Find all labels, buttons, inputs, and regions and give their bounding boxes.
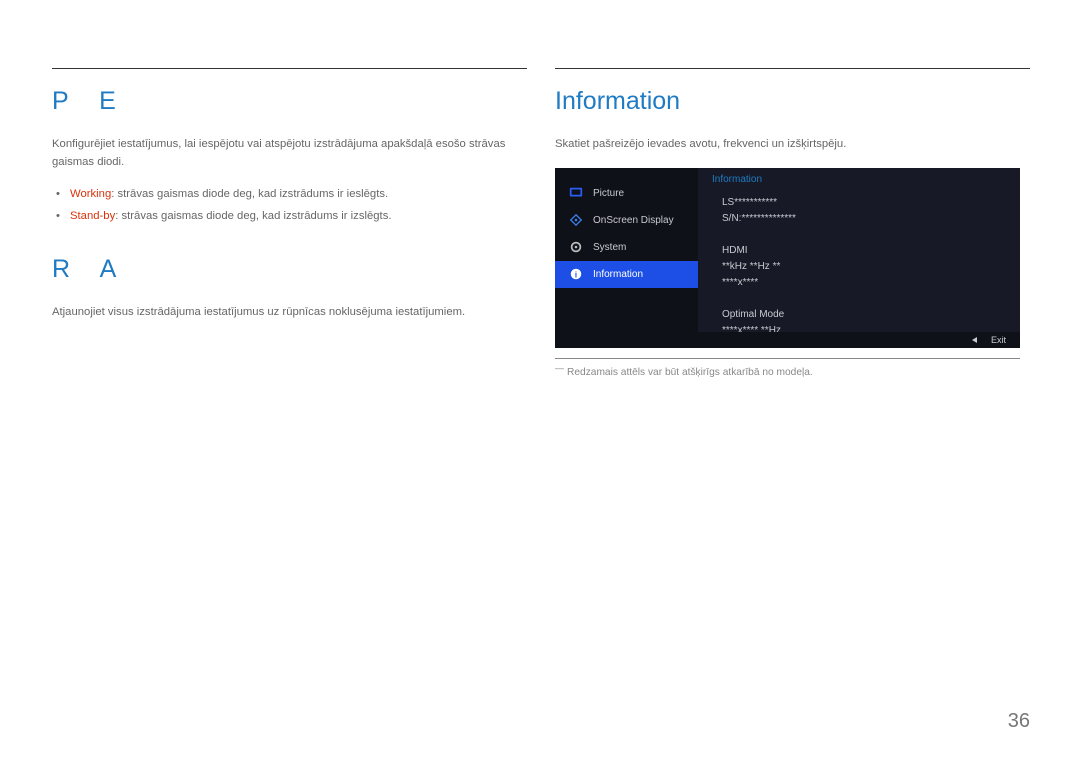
osd-item-label: OnScreen Display [593,215,674,226]
osd-item-onscreen[interactable]: OnScreen Display [555,207,698,234]
svg-text:i: i [575,271,577,280]
osd-line [722,227,1006,243]
osd-line: LS*********** [722,195,1006,211]
back-icon[interactable] [972,337,977,343]
osd-item-label: System [593,242,626,253]
osd-item-label: Information [593,269,643,280]
osd-panel-body: LS*********** S/N:************** HDMI **… [712,195,1006,342]
osd-sidebar: Picture OnScreen Display System i [555,168,698,348]
body-power-led: Konfigurējiet iestatījumus, lai iespējot… [52,136,527,171]
divider [555,68,1030,69]
info-icon: i [569,267,583,281]
heading-information: Information [555,87,1030,116]
osd-screenshot: Picture OnScreen Display System i [555,168,1020,348]
text-working: : strāvas gaismas diode deg, kad izstrād… [111,188,388,200]
label-working: Working [70,188,111,200]
gear-icon [569,240,583,254]
osd-line [722,291,1006,307]
osd-line: Optimal Mode [722,307,1006,323]
picture-icon [569,186,583,200]
text-standby: : strāvas gaismas diode deg, kad izstrād… [115,210,391,222]
osd-item-picture[interactable]: Picture [555,180,698,207]
page-number: 36 [1008,710,1030,733]
heading-reset-all: R A [52,255,527,284]
onscreen-icon [569,213,583,227]
bullet-standby: Stand-by: strāvas gaismas diode deg, kad… [52,207,527,225]
osd-panel-title: Information [712,174,1006,185]
osd-line: HDMI [722,243,1006,259]
label-standby: Stand-by [70,210,115,222]
osd-item-information[interactable]: i Information [555,261,698,288]
osd-panel: Information LS*********** S/N:**********… [698,168,1020,348]
divider [52,68,527,69]
body-information: Skatiet pašreizējo ievades avotu, frekve… [555,136,1030,154]
osd-item-system[interactable]: System [555,234,698,261]
left-column: P E Konfigurējiet iestatījumus, lai iesp… [52,68,527,378]
osd-footer: Exit [698,332,1020,348]
exit-label[interactable]: Exit [991,335,1006,345]
osd-line: ****x**** [722,275,1006,291]
osd-line: S/N:************** [722,211,1006,227]
osd-line: **kHz **Hz ** [722,259,1006,275]
body-reset-all: Atjaunojiet visus izstrādājuma iestatīju… [52,304,527,322]
footnote-separator [555,358,1020,359]
bullet-working: Working: strāvas gaismas diode deg, kad … [52,185,527,203]
osd-item-label: Picture [593,188,624,199]
footnote: Redzamais attēls var būt atšķirīgs atkar… [555,367,1030,378]
right-column: Information Skatiet pašreizējo ievades a… [555,68,1030,378]
bullet-list: Working: strāvas gaismas diode deg, kad … [52,185,527,225]
heading-power-led: P E [52,87,527,116]
